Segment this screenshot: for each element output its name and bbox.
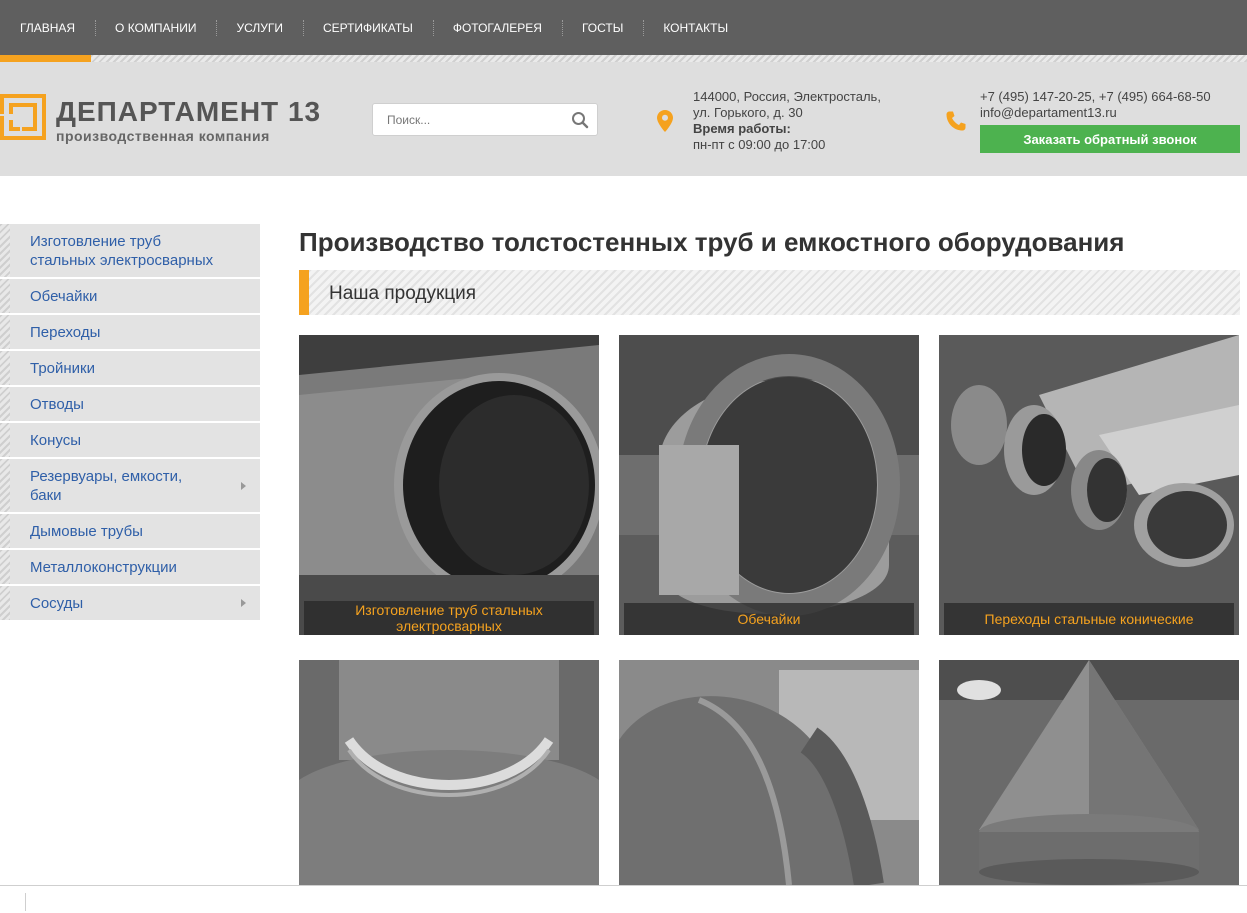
bottom-status-bar (0, 885, 1247, 913)
location-pin-icon (657, 110, 673, 132)
product-card-cone[interactable] (939, 660, 1239, 885)
sidebar-item-chimneys[interactable]: Дымовые трубы (0, 514, 260, 550)
page-title: Производство толстостенных труб и емкост… (299, 227, 1125, 257)
sidebar-item-label: Переходы (30, 323, 101, 341)
sidebar-item-label: Отводы (30, 395, 84, 413)
pipe-elbow-image (619, 660, 919, 885)
product-card-label[interactable]: Переходы стальные конические (944, 603, 1234, 635)
steel-shell-ring-image (619, 335, 919, 635)
site-header: ДЕПАРТАМЕНТ 13 производственная компания… (0, 62, 1247, 176)
nav-item-contacts[interactable]: КОНТАКТЫ (643, 0, 748, 55)
address-line1: 144000, Россия, Электросталь, (693, 89, 881, 104)
large-steel-pipe-image (299, 335, 599, 635)
sidebar-item-reducers[interactable]: Переходы (0, 315, 260, 351)
product-card-shells[interactable]: Обечайки (619, 335, 919, 635)
steel-cone-image (939, 660, 1239, 885)
page: ГЛАВНАЯ О КОМПАНИИ УСЛУГИ СЕРТИФИКАТЫ ФО… (0, 0, 1247, 913)
search-box (372, 103, 598, 136)
sidebar-item-pipes[interactable]: Изготовление труб стальных электросварны… (0, 224, 260, 279)
working-hours: пн-пт с 09:00 до 17:00 (693, 137, 826, 152)
address-line2: ул. Горького, д. 30 (693, 105, 803, 120)
callback-button[interactable]: Заказать обратный звонок (980, 125, 1240, 153)
sidebar-item-label: Металлоконструкции (30, 558, 177, 576)
phone-numbers[interactable]: +7 (495) 147-20-25, +7 (495) 664-68-50 (980, 89, 1211, 105)
product-card-label[interactable]: Обечайки (624, 603, 914, 635)
email-link[interactable]: info@departament13.ru (980, 105, 1211, 121)
sidebar-item-label: Обечайки (30, 287, 98, 305)
working-hours-label: Время работы: (693, 121, 791, 136)
nav-item-gallery[interactable]: ФОТОГАЛЕРЕЯ (432, 0, 562, 55)
nav-item-standards[interactable]: ГОСТЫ (561, 0, 643, 55)
nav-item-services[interactable]: УСЛУГИ (216, 0, 303, 55)
welded-tee-image (299, 660, 599, 885)
nav-item-certificates[interactable]: СЕРТИФИКАТЫ (302, 0, 433, 55)
nav-item-about[interactable]: О КОМПАНИИ (95, 0, 216, 55)
search-icon[interactable] (571, 111, 589, 129)
nav-active-indicator (0, 55, 91, 62)
conical-reducers-image (939, 335, 1239, 635)
sidebar-item-label: Дымовые трубы (30, 522, 143, 540)
logo-icon[interactable] (0, 94, 46, 140)
sidebar-item-elbows[interactable]: Отводы (0, 387, 260, 423)
logo-subtitle: производственная компания (56, 128, 270, 144)
section-title: Наша продукция (329, 283, 477, 304)
search-input[interactable] (373, 104, 563, 135)
chevron-right-icon (241, 599, 246, 607)
address-block: 144000, Россия, Электросталь, ул. Горько… (693, 89, 881, 153)
sidebar-item-vessels[interactable]: Сосуды (0, 586, 260, 622)
sidebar-item-tees[interactable]: Тройники (0, 351, 260, 387)
sidebar-item-label: Резервуары, емкости, баки (30, 467, 183, 504)
chevron-right-icon (241, 481, 246, 490)
product-card-pipes[interactable]: Изготовление труб стальных электросварны… (299, 335, 599, 635)
nav-item-home[interactable]: ГЛАВНАЯ (0, 0, 95, 55)
contacts-block: +7 (495) 147-20-25, +7 (495) 664-68-50 i… (980, 89, 1211, 121)
sidebar-item-label: Изготовление труб стальных электросварны… (30, 232, 214, 269)
product-card-label[interactable]: Изготовление труб стальных электросварны… (304, 601, 594, 635)
section-header: Наша продукция (299, 270, 1240, 315)
phone-icon (946, 111, 966, 131)
product-card-tee[interactable] (299, 660, 599, 885)
sidebar-item-cones[interactable]: Конусы (0, 423, 260, 459)
product-card-reducers[interactable]: Переходы стальные конические (939, 335, 1239, 635)
nav-divider-stripe (91, 55, 1247, 62)
sidebar-menu: Изготовление труб стальных электросварны… (0, 224, 260, 622)
sidebar-item-label: Конусы (30, 431, 81, 449)
sidebar-item-tanks[interactable]: Резервуары, емкости, баки (0, 459, 260, 514)
status-bar-divider (25, 893, 26, 911)
top-nav-menu: ГЛАВНАЯ О КОМПАНИИ УСЛУГИ СЕРТИФИКАТЫ ФО… (0, 0, 748, 55)
logo-title[interactable]: ДЕПАРТАМЕНТ 13 (56, 96, 321, 128)
top-nav: ГЛАВНАЯ О КОМПАНИИ УСЛУГИ СЕРТИФИКАТЫ ФО… (0, 0, 1247, 62)
sidebar-item-label: Тройники (30, 359, 95, 377)
sidebar-item-label: Сосуды (30, 594, 84, 612)
sidebar-item-metal-structures[interactable]: Металлоконструкции (0, 550, 260, 586)
product-card-elbow[interactable] (619, 660, 919, 885)
sidebar-item-shells[interactable]: Обечайки (0, 279, 260, 315)
